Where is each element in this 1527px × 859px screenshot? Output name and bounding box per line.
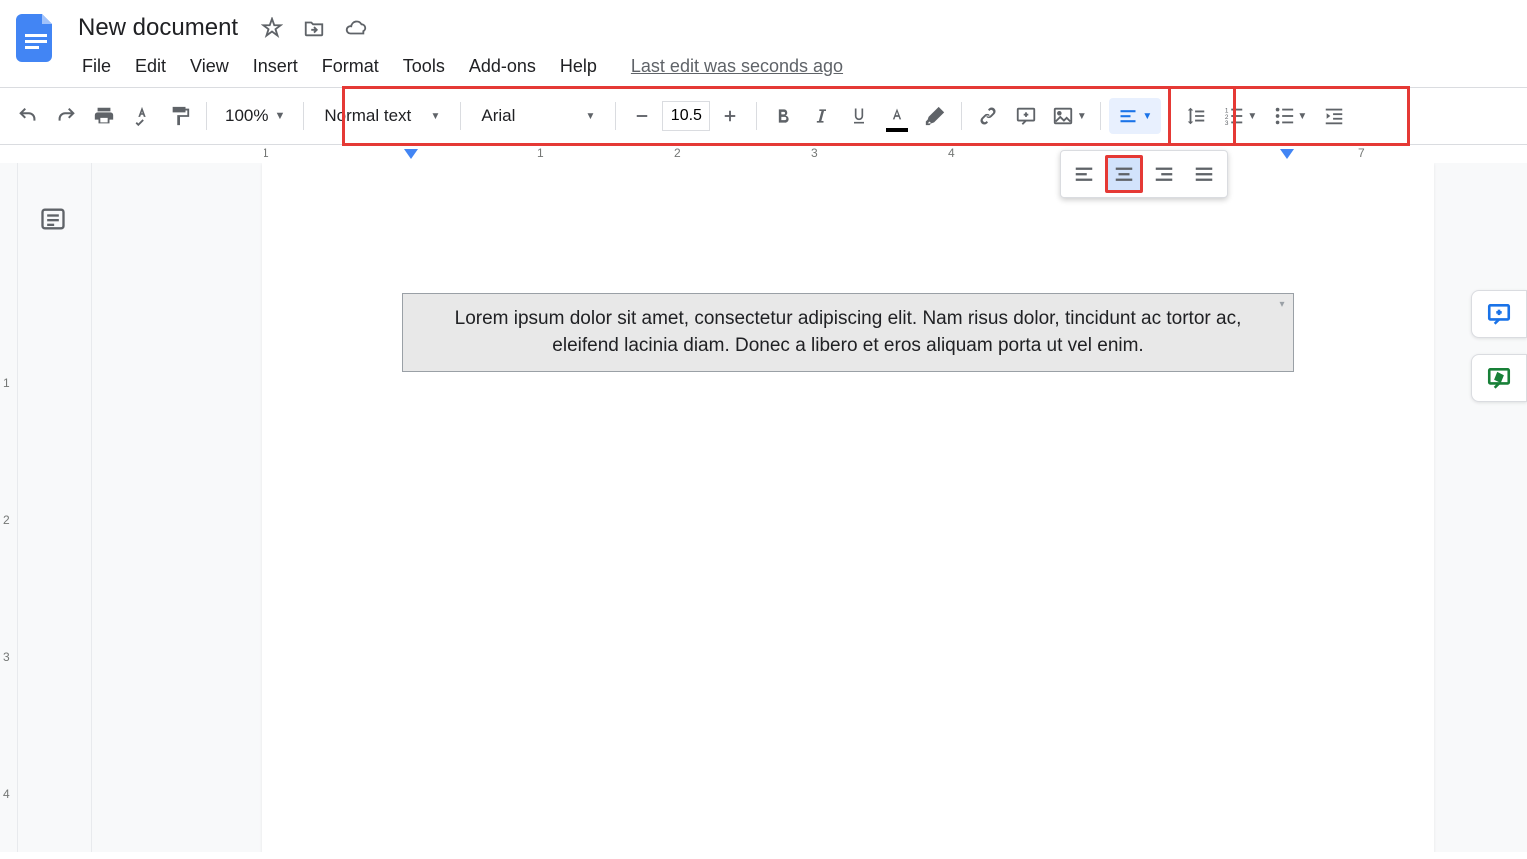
menu-help[interactable]: Help [550,52,607,81]
menu-tools[interactable]: Tools [393,52,455,81]
font-family-value: Arial [481,106,515,126]
font-size-input[interactable] [662,101,710,131]
menu-bar: File Edit View Insert Format Tools Add-o… [72,44,1515,87]
undo-button[interactable] [10,98,46,134]
add-comment-button[interactable] [1008,98,1044,134]
star-icon[interactable] [258,14,286,42]
insert-link-button[interactable] [970,98,1006,134]
highlight-color-button[interactable] [917,98,953,134]
page[interactable]: Lorem ipsum dolor sit amet, consectetur … [262,163,1434,852]
align-dropdown-popup [1060,150,1228,198]
vruler-number: 4 [3,787,10,801]
ruler-number: 1 [264,146,269,160]
italic-button[interactable] [803,98,839,134]
document-title[interactable]: New document [72,12,244,44]
caret-down-icon: ▼ [430,111,440,122]
redo-button[interactable] [48,98,84,134]
app-header: New document File Edit View Insert Forma… [0,0,1527,87]
numbered-list-button[interactable]: 123▼ [1216,98,1264,134]
paragraph-style-select[interactable]: Normal text ▼ [312,98,452,134]
menu-file[interactable]: File [72,52,121,81]
outline-icon[interactable] [39,205,71,237]
ruler-number: 4 [948,146,955,160]
menu-addons[interactable]: Add-ons [459,52,546,81]
outline-panel [18,163,92,852]
vertical-ruler[interactable]: 1 2 3 4 [0,163,18,852]
ruler-indent-marker[interactable] [404,149,418,161]
menu-insert[interactable]: Insert [243,52,308,81]
decrease-font-size-button[interactable] [624,98,660,134]
workspace: 1 2 3 4 Lorem ipsum dolor sit amet, cons… [0,163,1527,852]
last-edit-link[interactable]: Last edit was seconds ago [631,56,843,77]
font-family-select[interactable]: Arial ▼ [469,98,607,134]
text-align-button[interactable]: ▼ [1109,98,1161,134]
menu-format[interactable]: Format [312,52,389,81]
docs-logo[interactable] [12,8,60,68]
text-color-button[interactable] [879,98,915,134]
ruler-number: 3 [811,146,818,160]
zoom-value: 100% [225,106,268,126]
bold-button[interactable] [765,98,801,134]
print-button[interactable] [86,98,122,134]
block-handle-icon[interactable]: ▾ [1275,298,1289,312]
caret-down-icon: ▼ [1297,111,1307,122]
horizontal-ruler[interactable]: 1 1 2 3 4 7 [0,145,1527,163]
insert-image-button[interactable]: ▼ [1046,98,1092,134]
ruler-number: 1 [537,146,544,160]
caret-down-icon: ▼ [585,111,595,122]
ruler-number: 7 [1358,146,1365,160]
caret-down-icon: ▼ [1077,111,1087,122]
underline-button[interactable] [841,98,877,134]
increase-font-size-button[interactable] [712,98,748,134]
ruler-number: 2 [674,146,681,160]
selected-text-block[interactable]: Lorem ipsum dolor sit amet, consectetur … [402,293,1294,372]
align-left-option[interactable] [1065,155,1103,193]
line-spacing-button[interactable] [1178,98,1214,134]
cloud-status-icon[interactable] [342,14,370,42]
right-side-buttons [1471,290,1527,402]
ruler-right-marker[interactable] [1280,149,1294,161]
paragraph-text: Lorem ipsum dolor sit amet, consectetur … [455,308,1242,356]
paint-format-button[interactable] [162,98,198,134]
spellcheck-button[interactable] [124,98,160,134]
move-icon[interactable] [300,14,328,42]
document-canvas[interactable]: Lorem ipsum dolor sit amet, consectetur … [92,163,1527,852]
align-right-option[interactable] [1145,155,1183,193]
paragraph-style-value: Normal text [324,106,411,126]
menu-view[interactable]: View [180,52,239,81]
bulleted-list-button[interactable]: ▼ [1266,98,1314,134]
svg-text:3: 3 [1225,120,1229,127]
menu-edit[interactable]: Edit [125,52,176,81]
vruler-number: 3 [3,650,10,664]
zoom-select[interactable]: 100% ▼ [215,106,295,126]
align-center-option[interactable] [1105,155,1143,193]
toolbar: 100%▼ Normal text▼ Arial▼ ▼ ▼ 123▼ ▼ [0,87,1527,145]
caret-down-icon: ▼ [1247,111,1257,122]
caret-down-icon: ▼ [274,110,285,122]
caret-down-icon: ▼ [1142,111,1152,122]
suggest-edits-side-button[interactable] [1471,354,1527,402]
vruler-number: 1 [3,376,10,390]
add-comment-side-button[interactable] [1471,290,1527,338]
decrease-indent-button[interactable] [1316,98,1352,134]
align-justify-option[interactable] [1185,155,1223,193]
vruler-number: 2 [3,513,10,527]
